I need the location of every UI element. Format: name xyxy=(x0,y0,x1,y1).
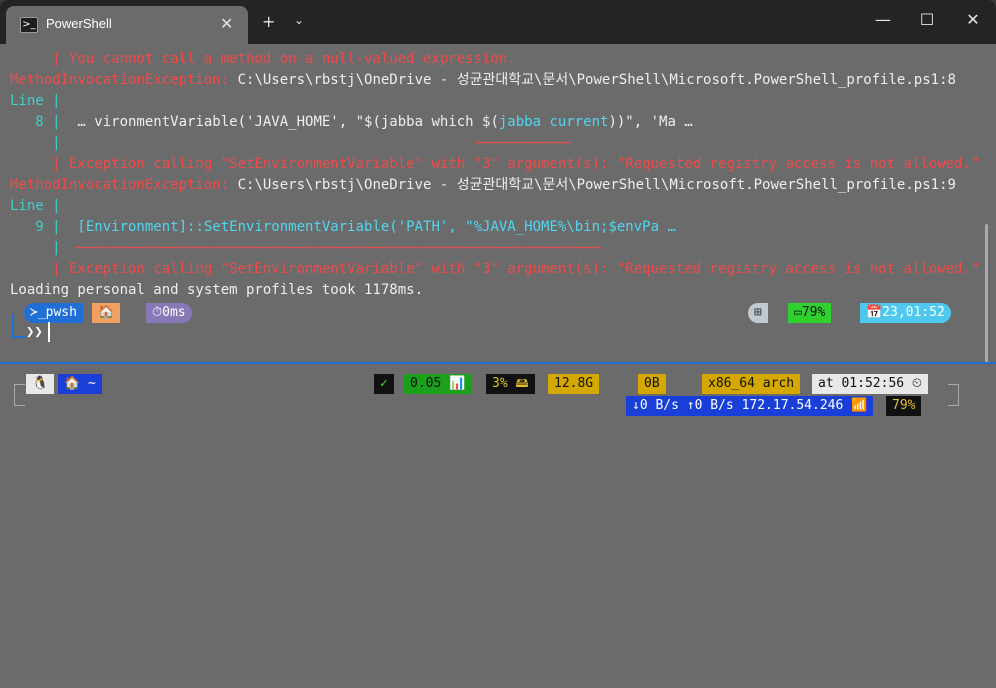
exception-line: MethodInvocationException: C:\Users\rbst… xyxy=(10,176,956,194)
scrollbar[interactable] xyxy=(985,224,988,364)
arch-segment: x86_64 arch xyxy=(702,374,801,394)
title-bar: >_ PowerShell ✕ + ⌄ — ☐ ✕ xyxy=(0,0,996,44)
powershell-icon: >_ xyxy=(20,17,38,33)
exception-path: C:\Users\rbstj\OneDrive - 성균관대학교\문서\Powe… xyxy=(229,177,956,193)
exception-type: MethodInvocationException: xyxy=(10,72,230,88)
linux-os-segment: 🐧 xyxy=(26,374,55,394)
battery-segment: ▭79% xyxy=(788,303,832,323)
tab-title: PowerShell xyxy=(46,16,112,31)
bracket-left xyxy=(14,384,25,406)
shell-segment: ≻_pwsh xyxy=(24,303,83,323)
exception-path: C:\Users\rbstj\OneDrive - 성균관대학교\문서\Powe… xyxy=(229,72,956,88)
line-number: 9 | xyxy=(10,219,61,235)
squiggle-line: | ~~~~~~~~~~~~~~~~~~~~~~~~~~~~~~~~~~~~~~~… xyxy=(10,239,602,257)
line-number: 8 | xyxy=(10,114,61,130)
error-line: | Exception calling "SetEnvironmentVaria… xyxy=(10,156,980,172)
prompt-arrow-icon: ❯❯ xyxy=(26,324,43,340)
prompt-connector xyxy=(12,314,26,338)
new-tab-button[interactable]: + xyxy=(262,12,275,31)
code-line: 9 | [Environment]::SetEnvironmentVariabl… xyxy=(10,218,676,236)
error-line: | Exception calling "SetEnvironmentVaria… xyxy=(10,261,980,277)
close-tab-icon[interactable]: ✕ xyxy=(220,14,233,33)
squiggle: ~~~~~~~~~~~~~~~~~~~~~~~~~~~~~~~~~~~~~~~~… xyxy=(74,240,602,256)
terminal-window: >_ PowerShell ✕ + ⌄ — ☐ ✕ | You cannot c… xyxy=(0,0,996,688)
gutter: | xyxy=(10,240,61,256)
close-button[interactable]: ✕ xyxy=(958,10,988,29)
cursor xyxy=(48,322,50,342)
status-check: ✓ xyxy=(374,374,394,394)
time-segment: at 01:52:56 ⏲ xyxy=(812,374,929,394)
profile-load-line: Loading personal and system profiles too… xyxy=(10,282,424,298)
load-segment: 0.05 📊 xyxy=(404,374,472,394)
mem-segment: 12.8G xyxy=(548,374,600,394)
error-line: | You cannot call a method on a null-val… xyxy=(10,51,516,67)
squiggle: ~~~~~~~~~~~~~ xyxy=(474,135,572,151)
exception-type: MethodInvocationException: xyxy=(10,177,230,193)
os-segment: ⊞ xyxy=(748,303,768,323)
code-text: [Environment]::SetEnvironmentVariable('P… xyxy=(60,219,676,235)
pane-separator[interactable] xyxy=(0,362,996,364)
code-text-end: ))", 'Ma … xyxy=(608,114,693,130)
gutter: | xyxy=(10,135,61,151)
maximize-button[interactable]: ☐ xyxy=(912,10,942,29)
code-line: 8 | … vironmentVariable('JAVA_HOME', "$(… xyxy=(10,113,693,131)
tab-powershell[interactable]: >_ PowerShell ✕ xyxy=(6,6,248,44)
line-label: Line | xyxy=(10,198,61,214)
terminal-content[interactable]: | You cannot call a method on a null-val… xyxy=(0,44,996,688)
folder-segment: 🏠 xyxy=(92,303,121,323)
battery-segment-2: 79% xyxy=(886,396,922,416)
code-text: … vironmentVariable('JAVA_HOME', "$(jabb… xyxy=(60,114,499,130)
home-segment: 🏠 ~ xyxy=(58,374,102,394)
squiggle-line: | ~~~~~~~~~~~~~ xyxy=(10,134,571,152)
swap-segment: 0B xyxy=(638,374,666,394)
exec-time-segment: ⏱0ms xyxy=(146,303,192,323)
bracket-right xyxy=(948,384,959,406)
exception-line: MethodInvocationException: C:\Users\rbst… xyxy=(10,71,956,89)
code-highlight: jabba current xyxy=(498,114,609,130)
network-segment: ↓0 B/s ↑0 B/s 172.17.54.246 📶 xyxy=(626,396,874,416)
minimize-button[interactable]: — xyxy=(868,10,898,29)
chevron-down-icon[interactable]: ⌄ xyxy=(294,13,304,27)
line-label: Line | xyxy=(10,93,61,109)
datetime-segment: 📅23,01:52 xyxy=(860,303,951,323)
disk-segment: 3% 🖴 xyxy=(486,374,535,394)
